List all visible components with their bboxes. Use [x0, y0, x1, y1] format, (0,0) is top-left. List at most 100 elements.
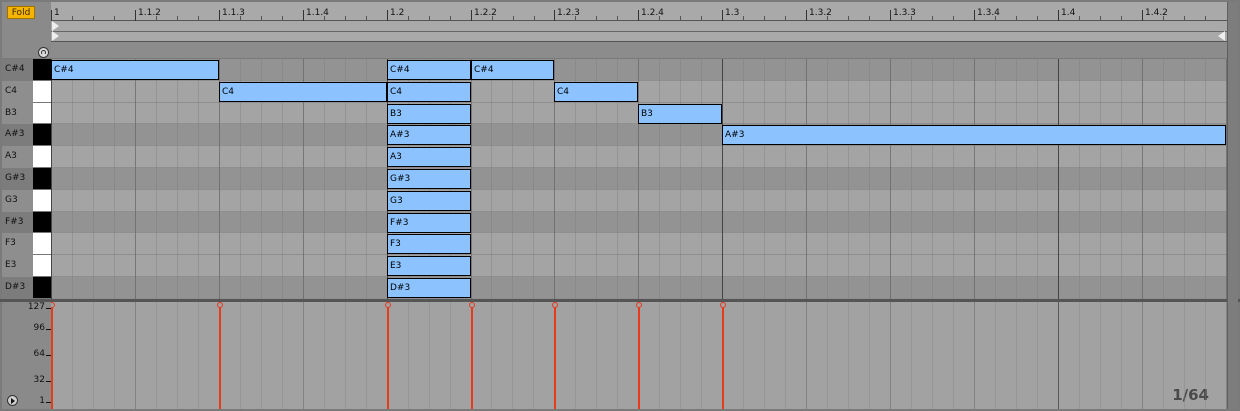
velocity-grid-line [827, 302, 828, 409]
vertical-scrollbar[interactable] [1227, 2, 1238, 409]
white-key[interactable] [33, 80, 51, 103]
midi-note[interactable]: A#3 [387, 125, 471, 145]
black-key[interactable] [33, 59, 51, 81]
ruler-label: 1.3 [725, 8, 740, 18]
piano-key-label: A3 [5, 151, 17, 162]
velocity-grid-line [596, 302, 597, 409]
piano-key-row[interactable]: C4 [2, 80, 51, 103]
triangle-right-icon[interactable] [52, 31, 59, 41]
black-key[interactable] [33, 211, 51, 234]
pitch-lane[interactable] [51, 211, 1227, 234]
pitch-lane[interactable] [51, 255, 1227, 277]
midi-note[interactable]: C#4 [471, 60, 554, 80]
white-key[interactable] [33, 233, 51, 256]
midi-note[interactable]: A3 [387, 147, 471, 167]
triangle-right-icon[interactable] [52, 21, 59, 31]
piano-key-row[interactable]: A3 [2, 146, 51, 168]
velocity-handle[interactable] [636, 302, 642, 308]
velocity-grid-line [135, 302, 136, 409]
velocity-handle[interactable] [469, 302, 475, 308]
pitch-lane[interactable] [51, 233, 1227, 256]
midi-note[interactable]: C4 [387, 82, 471, 102]
grid-line [869, 59, 870, 299]
velocity-handle[interactable] [385, 302, 391, 308]
velocity-handle[interactable] [51, 302, 55, 308]
midi-note[interactable]: F3 [387, 234, 471, 254]
grid-line [827, 59, 828, 299]
white-key[interactable] [33, 102, 51, 125]
midi-note[interactable]: C4 [554, 82, 638, 102]
piano-key-row[interactable]: F3 [2, 233, 51, 256]
velocity-grid-line [1163, 302, 1164, 409]
velocity-handle[interactable] [217, 302, 223, 308]
midi-note[interactable]: A#3 [722, 125, 1226, 145]
grid-line [72, 59, 73, 299]
piano-key-row[interactable]: B3 [2, 102, 51, 125]
midi-note[interactable]: B3 [387, 104, 471, 124]
piano-key-label: C#4 [5, 64, 25, 74]
midi-note[interactable]: C#4 [387, 60, 471, 80]
piano-key-row[interactable]: A#3 [2, 124, 51, 147]
velocity-handle[interactable] [552, 302, 558, 308]
ruler-tick [890, 10, 891, 21]
grid-line [471, 59, 472, 299]
beat-ruler[interactable]: 1 1.1.2 1.1.3 1.1.4 1.2 1.2.2 1.2.3 1.2.4 1.3 1.3… [51, 2, 1227, 21]
headphone-icon[interactable] [38, 47, 49, 58]
piano-key-row[interactable]: G#3 [2, 168, 51, 190]
grid-line [890, 59, 891, 299]
pitch-lane[interactable] [51, 189, 1227, 212]
white-key[interactable] [33, 255, 51, 277]
velocity-lane[interactable]: 1/64 [51, 302, 1227, 409]
velocity-handle[interactable] [720, 302, 726, 308]
velocity-stem[interactable] [51, 305, 53, 409]
piano-key-row[interactable]: G3 [2, 189, 51, 212]
pitch-lane[interactable] [51, 146, 1227, 168]
ruler-label: 1.4 [1061, 8, 1076, 18]
velocity-grid-line [491, 302, 492, 409]
midi-note[interactable]: F#3 [387, 213, 471, 233]
velocity-stem[interactable] [471, 305, 473, 409]
black-key[interactable] [33, 168, 51, 190]
piano-key-row[interactable]: C#4 [2, 59, 51, 81]
play-icon[interactable] [7, 395, 18, 406]
white-key[interactable] [33, 146, 51, 168]
piano-key-label: G3 [5, 194, 18, 205]
midi-note[interactable]: C4 [219, 82, 387, 102]
velocity-stem[interactable] [638, 305, 640, 409]
midi-note[interactable]: E3 [387, 256, 471, 276]
grid-line [1100, 59, 1101, 299]
piano-key-row[interactable]: D#3 [2, 277, 51, 299]
velocity-scale-label: 127 [27, 302, 45, 312]
grid-line [1163, 59, 1164, 299]
pitch-lane[interactable] [51, 168, 1227, 190]
midi-note[interactable]: G3 [387, 191, 471, 211]
grid-line [1037, 59, 1038, 299]
black-key[interactable] [33, 277, 51, 299]
black-key[interactable] [33, 124, 51, 147]
loop-strip[interactable] [51, 21, 1227, 32]
white-key[interactable] [33, 189, 51, 212]
midi-note[interactable]: G#3 [387, 169, 471, 189]
loop-region[interactable] [51, 31, 1227, 42]
velocity-stem[interactable] [387, 305, 389, 409]
note-grid[interactable]: C#4 C4 C#4 C#4 C4 B3 A#3 A3 G#3 G3 F#3 F3 E3 D#3 C4 B3 A… [51, 59, 1227, 299]
midi-note[interactable]: D#3 [387, 278, 471, 298]
piano-key-row[interactable]: F#3 [2, 211, 51, 234]
velocity-grid-line [743, 302, 744, 409]
grid-line [701, 59, 702, 299]
velocity-stem[interactable] [554, 305, 556, 409]
fold-button[interactable]: Fold [7, 6, 35, 19]
midi-note[interactable]: C#4 [51, 60, 219, 80]
pitch-lane[interactable] [51, 277, 1227, 299]
midi-note[interactable]: B3 [638, 104, 722, 124]
grid-line [680, 59, 681, 299]
velocity-stem[interactable] [722, 305, 724, 409]
velocity-stem[interactable] [219, 305, 221, 409]
pitch-lane[interactable] [51, 59, 1227, 81]
velocity-grid-line [701, 302, 702, 409]
velocity-scale: 127 96 64 32 1 [2, 302, 51, 409]
velocity-grid-line [177, 302, 178, 409]
piano-key-row[interactable]: E3 [2, 255, 51, 277]
marker-strip [51, 42, 1227, 58]
triangle-left-icon[interactable] [1218, 31, 1225, 41]
